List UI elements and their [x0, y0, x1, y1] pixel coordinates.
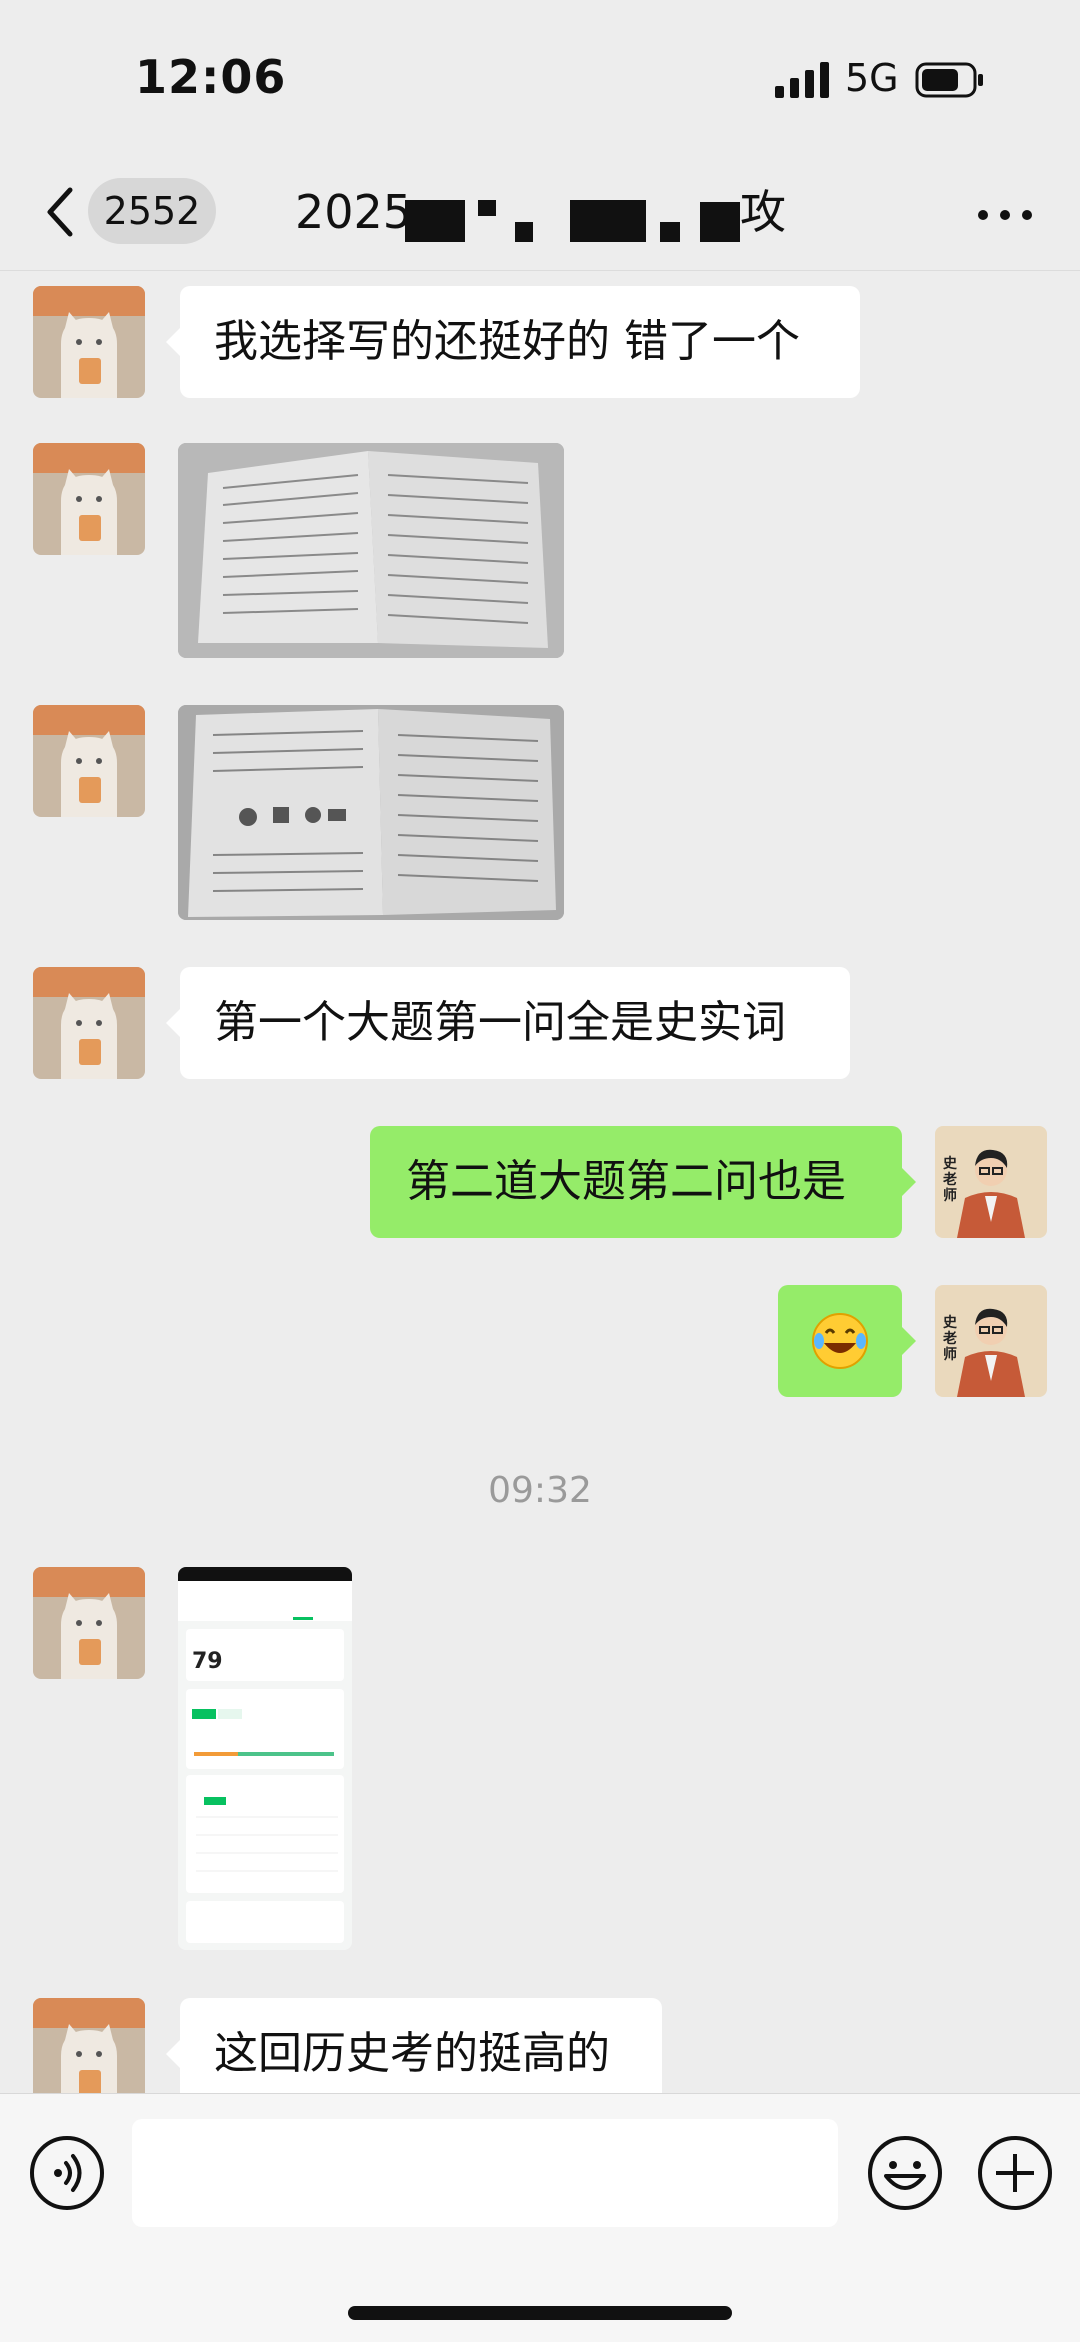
contact-avatar[interactable]: [33, 443, 145, 555]
redaction-block: [405, 200, 465, 242]
status-bar: 12:06 5G: [0, 0, 1080, 160]
home-indicator[interactable]: [348, 2306, 732, 2320]
emoji-icon[interactable]: [866, 2134, 944, 2212]
exam-paper-photo[interactable]: [178, 443, 564, 658]
cat-avatar-image: [33, 967, 145, 1079]
back-icon[interactable]: [40, 182, 80, 242]
my-avatar-caption: 史老师: [943, 1315, 957, 1363]
score-value: 79: [192, 1649, 223, 1674]
exam-paper-image: [178, 705, 564, 920]
score-report-image: [178, 1567, 352, 1943]
my-avatar[interactable]: 史老师: [935, 1285, 1047, 1397]
exam-paper-image: [178, 443, 564, 658]
cat-avatar-image: [33, 1567, 145, 1679]
incoming-message-bubble[interactable]: 我选择写的还挺好的 错了一个: [166, 286, 860, 398]
exam-paper-photo[interactable]: [178, 705, 564, 920]
contact-avatar[interactable]: [33, 705, 145, 817]
my-avatar-caption: 史老师: [943, 1156, 957, 1204]
signal-icon: [775, 62, 829, 98]
status-time: 12:06: [135, 50, 287, 104]
plus-icon[interactable]: [976, 2134, 1054, 2212]
laughing-emoji-icon: [812, 1313, 868, 1369]
message-timestamp: 09:32: [488, 1470, 592, 1511]
redaction-block: [515, 222, 533, 242]
outgoing-emoji-bubble[interactable]: [778, 1285, 916, 1397]
incoming-message-bubble[interactable]: 第一个大题第一问全是史实词: [166, 967, 850, 1079]
cat-avatar-image: [33, 705, 145, 817]
unread-badge[interactable]: 2552: [88, 178, 216, 244]
outgoing-message-bubble[interactable]: 第二道大题第二问也是: [370, 1126, 916, 1238]
score-report-screenshot[interactable]: 79: [178, 1567, 352, 1950]
my-avatar[interactable]: 史老师: [935, 1126, 1047, 1238]
contact-avatar[interactable]: [33, 967, 145, 1079]
input-bar: [0, 2093, 1080, 2342]
contact-avatar[interactable]: [33, 1567, 145, 1679]
battery-icon: [915, 62, 983, 98]
chat-header: 2552 2025 攻: [0, 160, 1080, 271]
chat-title-prefix: 2025: [295, 185, 413, 239]
cat-avatar-image: [33, 443, 145, 555]
voice-icon[interactable]: [28, 2134, 106, 2212]
message-input[interactable]: [132, 2119, 838, 2227]
network-label: 5G: [845, 56, 899, 100]
redaction-block: [478, 200, 496, 216]
redaction-block: [660, 222, 680, 242]
more-icon[interactable]: [975, 195, 1035, 235]
cat-avatar-image: [33, 286, 145, 398]
redaction-block: [700, 202, 740, 242]
chat-title: 2025: [295, 182, 412, 242]
chat-title-suffix: 攻: [740, 185, 786, 239]
redaction-block: [570, 200, 646, 242]
contact-avatar[interactable]: [33, 286, 145, 398]
